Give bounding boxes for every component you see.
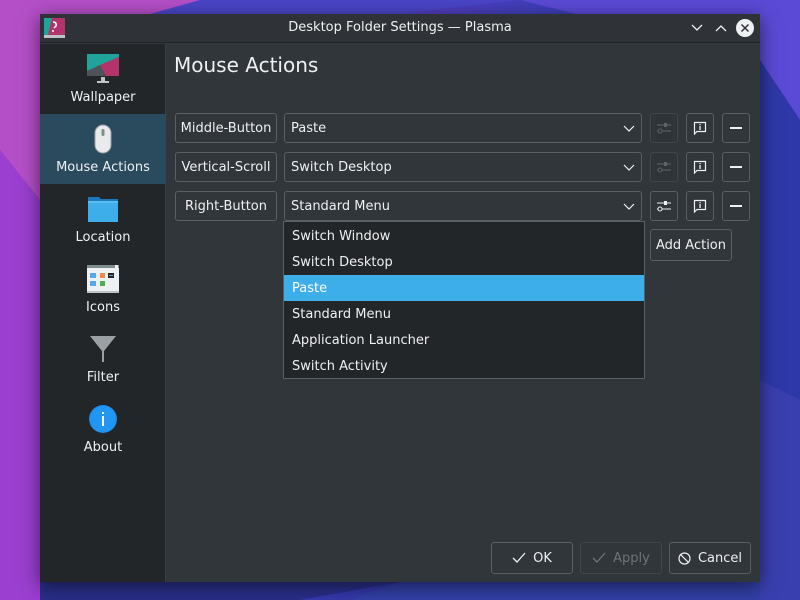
action-combo-vertical-scroll[interactable]: Switch Desktop xyxy=(284,152,642,182)
sidebar-item-mouse-actions[interactable]: Mouse Actions xyxy=(40,114,166,184)
action-combo-middle[interactable]: Paste xyxy=(284,113,642,143)
minus-icon xyxy=(730,205,742,207)
apply-label: Apply xyxy=(613,550,650,566)
chevron-up-icon xyxy=(715,25,727,32)
combo-value: Paste xyxy=(291,120,327,136)
sidebar-item-about[interactable]: About xyxy=(40,394,166,464)
chevron-down-icon xyxy=(623,203,635,210)
add-action-button[interactable]: Add Action xyxy=(650,229,732,261)
cancel-icon xyxy=(678,551,691,565)
chevron-down-icon xyxy=(623,164,635,171)
configure-icon xyxy=(657,123,671,134)
dropdown-option[interactable]: Application Launcher xyxy=(284,327,644,353)
dropdown-option[interactable]: Switch Window xyxy=(284,223,644,249)
ok-button[interactable]: OK xyxy=(491,542,573,574)
info-balloon-icon xyxy=(693,121,707,135)
dropdown-option-highlighted[interactable]: Paste xyxy=(284,275,644,301)
settings-dialog: Desktop Folder Settings — Plasma Wallpap… xyxy=(40,14,760,582)
sidebar-item-label: Location xyxy=(75,230,131,245)
minus-icon xyxy=(730,166,742,168)
page-title: Mouse Actions xyxy=(174,53,319,77)
trigger-button-middle[interactable]: Middle-Button xyxy=(175,113,277,143)
sidebar-item-location[interactable]: Location xyxy=(40,184,166,254)
trigger-button-vertical-scroll[interactable]: Vertical-Scroll xyxy=(175,152,277,182)
action-combo-right[interactable]: Standard Menu xyxy=(284,191,642,221)
about-button-middle[interactable] xyxy=(686,113,714,143)
dropdown-option[interactable]: Standard Menu xyxy=(284,301,644,327)
funnel-icon xyxy=(90,336,116,362)
mouse-icon xyxy=(94,124,112,154)
maximize-button[interactable] xyxy=(712,19,730,37)
close-icon xyxy=(736,19,754,37)
folder-icon xyxy=(88,197,118,222)
cancel-label: Cancel xyxy=(697,550,743,566)
about-button-right[interactable] xyxy=(686,191,714,221)
configure-icon xyxy=(657,201,671,212)
info-balloon-icon xyxy=(693,199,707,213)
configure-button-vertical-scroll[interactable] xyxy=(650,152,678,182)
sidebar-item-label: About xyxy=(83,440,123,455)
chevron-down-icon xyxy=(623,125,635,132)
checkmark-icon xyxy=(512,552,526,563)
dropdown-option[interactable]: Switch Activity xyxy=(284,353,644,379)
sidebar-item-label: Icons xyxy=(86,300,120,315)
minimize-button[interactable] xyxy=(688,19,706,37)
combo-value: Standard Menu xyxy=(291,198,390,214)
sidebar-item-label: Filter xyxy=(86,370,120,385)
remove-button-vertical-scroll[interactable] xyxy=(722,152,750,182)
sidebar-item-label: Wallpaper xyxy=(70,90,136,105)
sidebar-item-icons[interactable]: Icons xyxy=(40,254,166,324)
dropdown-option[interactable]: Switch Desktop xyxy=(284,249,644,275)
sidebar-item-label: Mouse Actions xyxy=(56,160,150,175)
about-button-vertical-scroll[interactable] xyxy=(686,152,714,182)
apply-button[interactable]: Apply xyxy=(580,542,662,574)
remove-button-right[interactable] xyxy=(722,191,750,221)
minus-icon xyxy=(730,127,742,129)
combo-value: Switch Desktop xyxy=(291,159,392,175)
configure-icon xyxy=(657,162,671,173)
sidebar-item-wallpaper[interactable]: Wallpaper xyxy=(40,44,166,114)
ok-label: OK xyxy=(533,550,552,566)
cancel-button[interactable]: Cancel xyxy=(669,542,751,574)
icons-grid-icon xyxy=(87,265,119,293)
checkmark-icon xyxy=(592,552,606,563)
configure-button-middle[interactable] xyxy=(650,113,678,143)
sidebar: Wallpaper Mouse Actions Location Icons F… xyxy=(40,44,166,582)
sidebar-item-filter[interactable]: Filter xyxy=(40,324,166,394)
info-balloon-icon xyxy=(693,160,707,174)
monitor-icon xyxy=(87,54,119,83)
trigger-button-right[interactable]: Right-Button xyxy=(175,191,277,221)
remove-button-middle[interactable] xyxy=(722,113,750,143)
configure-button-right[interactable] xyxy=(650,191,678,221)
title-bar: Desktop Folder Settings — Plasma xyxy=(40,14,760,43)
close-button[interactable] xyxy=(736,19,754,37)
chevron-down-icon xyxy=(691,24,703,31)
action-dropdown-list: Switch Window Switch Desktop Paste Stand… xyxy=(283,221,645,379)
info-icon xyxy=(89,405,117,433)
window-title: Desktop Folder Settings — Plasma xyxy=(288,20,512,35)
